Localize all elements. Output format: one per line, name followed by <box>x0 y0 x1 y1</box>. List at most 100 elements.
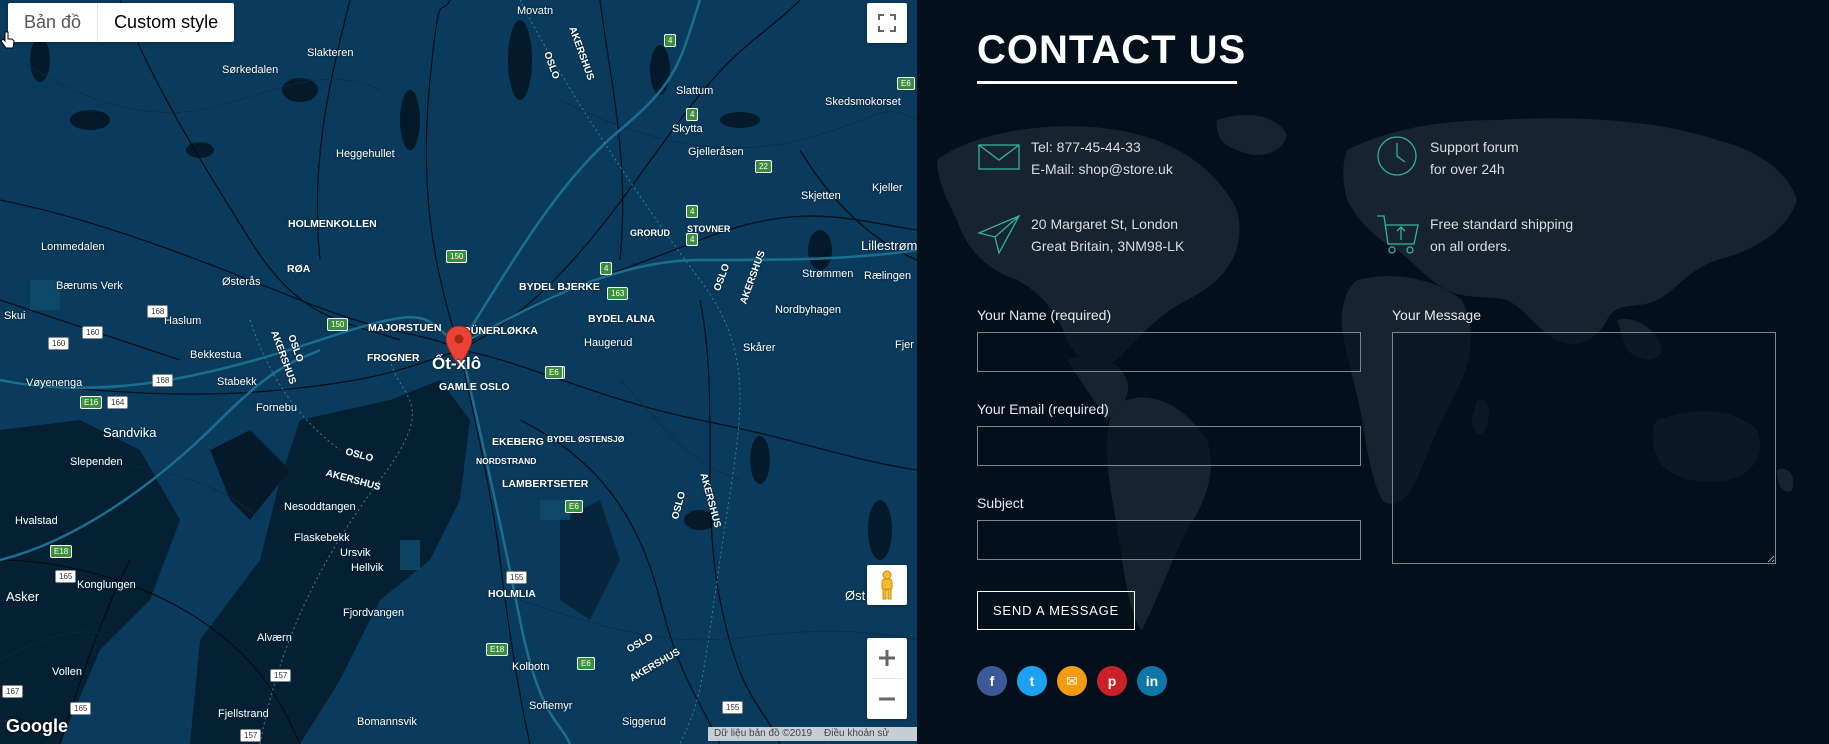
map-label-fornebu: Fornebu <box>256 402 297 414</box>
map-label-alvaern: Alværn <box>257 632 292 644</box>
route-shield: 4 <box>664 34 677 47</box>
map-label-ost: Øst <box>845 588 866 603</box>
map-label-konglungen: Konglungen <box>77 579 136 591</box>
map-label-nordbyhagen: Nordbyhagen <box>775 304 842 316</box>
route-shield: 164 <box>107 396 129 409</box>
map-type-control: Bản đồ Custom style <box>8 3 235 42</box>
clock-icon <box>1377 136 1417 176</box>
route-shield: E18 <box>50 545 73 558</box>
map-label-voyenenga: Vøyenenga <box>26 377 83 389</box>
map-label-lambertseter: LAMBERTSETER <box>502 478 589 490</box>
subject-field[interactable] <box>977 520 1361 560</box>
paper-plane-icon <box>977 214 1021 255</box>
map-label-ralingen: Rælingen <box>864 270 912 282</box>
route-shield: 150 <box>446 250 468 263</box>
linkedin-icon[interactable]: in <box>1137 666 1167 696</box>
facebook-icon[interactable]: f <box>977 666 1007 696</box>
terms-of-use-link[interactable]: Điều khoản sử dụng <box>818 727 917 744</box>
map-label-fjellstrand: Fjellstrand <box>218 708 269 720</box>
route-shield: 165 <box>55 570 77 583</box>
route-shield: 167 <box>2 685 24 698</box>
map-label-strommen: Strømmen <box>802 268 854 280</box>
route-shield: E6 <box>897 77 915 90</box>
map-label-slependen: Slependen <box>70 456 123 468</box>
map-label-lommedalen: Lommedalen <box>41 241 105 253</box>
route-shield: E16 <box>80 396 103 409</box>
map-type-custom-style-button[interactable]: Custom style <box>97 3 234 42</box>
email-label: Your Email (required) <box>977 401 1109 417</box>
twitter-icon[interactable]: t <box>1017 666 1047 696</box>
route-shield: 4 <box>686 233 699 246</box>
pegman-icon <box>881 570 893 600</box>
zoom-in-button[interactable] <box>867 638 907 678</box>
map-label-haslum: Haslum <box>164 315 202 327</box>
zoom-out-button[interactable] <box>867 679 907 719</box>
map-label-fjordvangen: Fjordvangen <box>343 607 405 619</box>
map-label-nesoddtangen: Nesoddtangen <box>284 501 356 513</box>
send-message-button[interactable]: SEND A MESSAGE <box>977 591 1135 630</box>
map-label-bekkestua: Bekkestua <box>190 349 242 361</box>
info-phone-email: Tel: 877-45-44-33 E-Mail: shop@store.uk <box>977 136 1173 180</box>
map-label-bydel-ostensjo: BYDEL ØSTENSJØ <box>547 434 625 444</box>
map-label-skui: Skui <box>4 310 26 322</box>
email-icon[interactable]: ✉ <box>1057 666 1087 696</box>
map-data-attribution: Dữ liệu bản đồ ©2019 <box>708 727 819 741</box>
map-label-vollen: Vollen <box>52 666 82 678</box>
envelope-icon <box>978 144 1020 170</box>
map-label-hvalstad: Hvalstad <box>15 515 58 527</box>
route-shield: 168 <box>147 305 169 318</box>
route-shield: 157 <box>240 729 262 742</box>
route-shield: 150 <box>327 318 349 331</box>
map-type-map-button[interactable]: Bản đồ <box>8 3 97 42</box>
pinterest-icon[interactable]: p <box>1097 666 1127 696</box>
info-text: Tel: 877-45-44-33 E-Mail: shop@store.uk <box>1031 136 1173 180</box>
fullscreen-button[interactable] <box>867 3 907 43</box>
map-label-roa: RØA <box>287 263 311 275</box>
google-logo[interactable]: Google <box>6 716 68 737</box>
street-view-pegman-button[interactable] <box>867 565 907 605</box>
contact-title: CONTACT US <box>977 28 1247 72</box>
route-shield: 155 <box>722 701 744 714</box>
support-text-line1: Support forum <box>1430 139 1519 155</box>
map[interactable]: Movatn Slakteren Sørkedalen Slattum Sked… <box>0 0 917 744</box>
map-label-majorstuen: MAJORSTUEN <box>368 322 442 334</box>
name-field[interactable] <box>977 332 1361 372</box>
route-shield: 160 <box>48 337 70 350</box>
plus-icon <box>879 650 895 666</box>
map-label-gamle-oslo: GAMLE OSLO <box>439 381 510 393</box>
route-shield: 155 <box>506 571 528 584</box>
map-pin-label: Ốt-xlô <box>432 354 482 373</box>
info-address: 20 Margaret St, London Great Britain, 3N… <box>977 213 1184 257</box>
map-label-sofiemyr: Sofiemyr <box>529 700 573 712</box>
info-shipping: Free standard shipping on all orders. <box>1376 213 1573 257</box>
map-label-osteras: Østerås <box>222 276 261 288</box>
name-label: Your Name (required) <box>977 307 1112 323</box>
cart-icon <box>1377 215 1419 254</box>
address-line2: Great Britain, 3NM98-LK <box>1031 238 1185 254</box>
map-label-ekeberg: EKEBERG <box>492 436 544 448</box>
map-label-bydel-alna: BYDEL ALNA <box>588 313 656 325</box>
route-shield: 160 <box>82 326 104 339</box>
email-field[interactable] <box>977 426 1361 466</box>
info-text: 20 Margaret St, London Great Britain, 3N… <box>1031 213 1184 257</box>
map-label-nordstrand: NORDSTRAND <box>476 456 537 466</box>
route-shield: E6 <box>577 657 595 670</box>
map-label-bydel-bjerke: BYDEL BJERKE <box>519 281 600 293</box>
map-label-kolbotn: Kolbotn <box>512 661 550 673</box>
subject-label: Subject <box>977 495 1024 511</box>
route-shield: 4 <box>686 108 699 121</box>
title-underline <box>977 81 1237 84</box>
phone-text: Tel: 877-45-44-33 <box>1031 139 1141 155</box>
map-label-slakteren: Slakteren <box>307 47 354 59</box>
route-shield: 22 <box>755 160 772 173</box>
address-line1: 20 Margaret St, London <box>1031 216 1179 232</box>
map-label-hellvik: Hellvik <box>351 562 384 574</box>
zoom-control <box>867 638 907 719</box>
info-support: Support forum for over 24h <box>1376 136 1519 180</box>
route-shield: 4 <box>600 262 613 275</box>
message-field[interactable] <box>1392 332 1776 564</box>
route-shield: 165 <box>70 702 92 715</box>
map-label-baerums-verk: Bærums Verk <box>56 280 123 292</box>
map-label-slattum: Slattum <box>676 85 714 97</box>
map-label-sorkedalen: Sørkedalen <box>222 64 279 76</box>
